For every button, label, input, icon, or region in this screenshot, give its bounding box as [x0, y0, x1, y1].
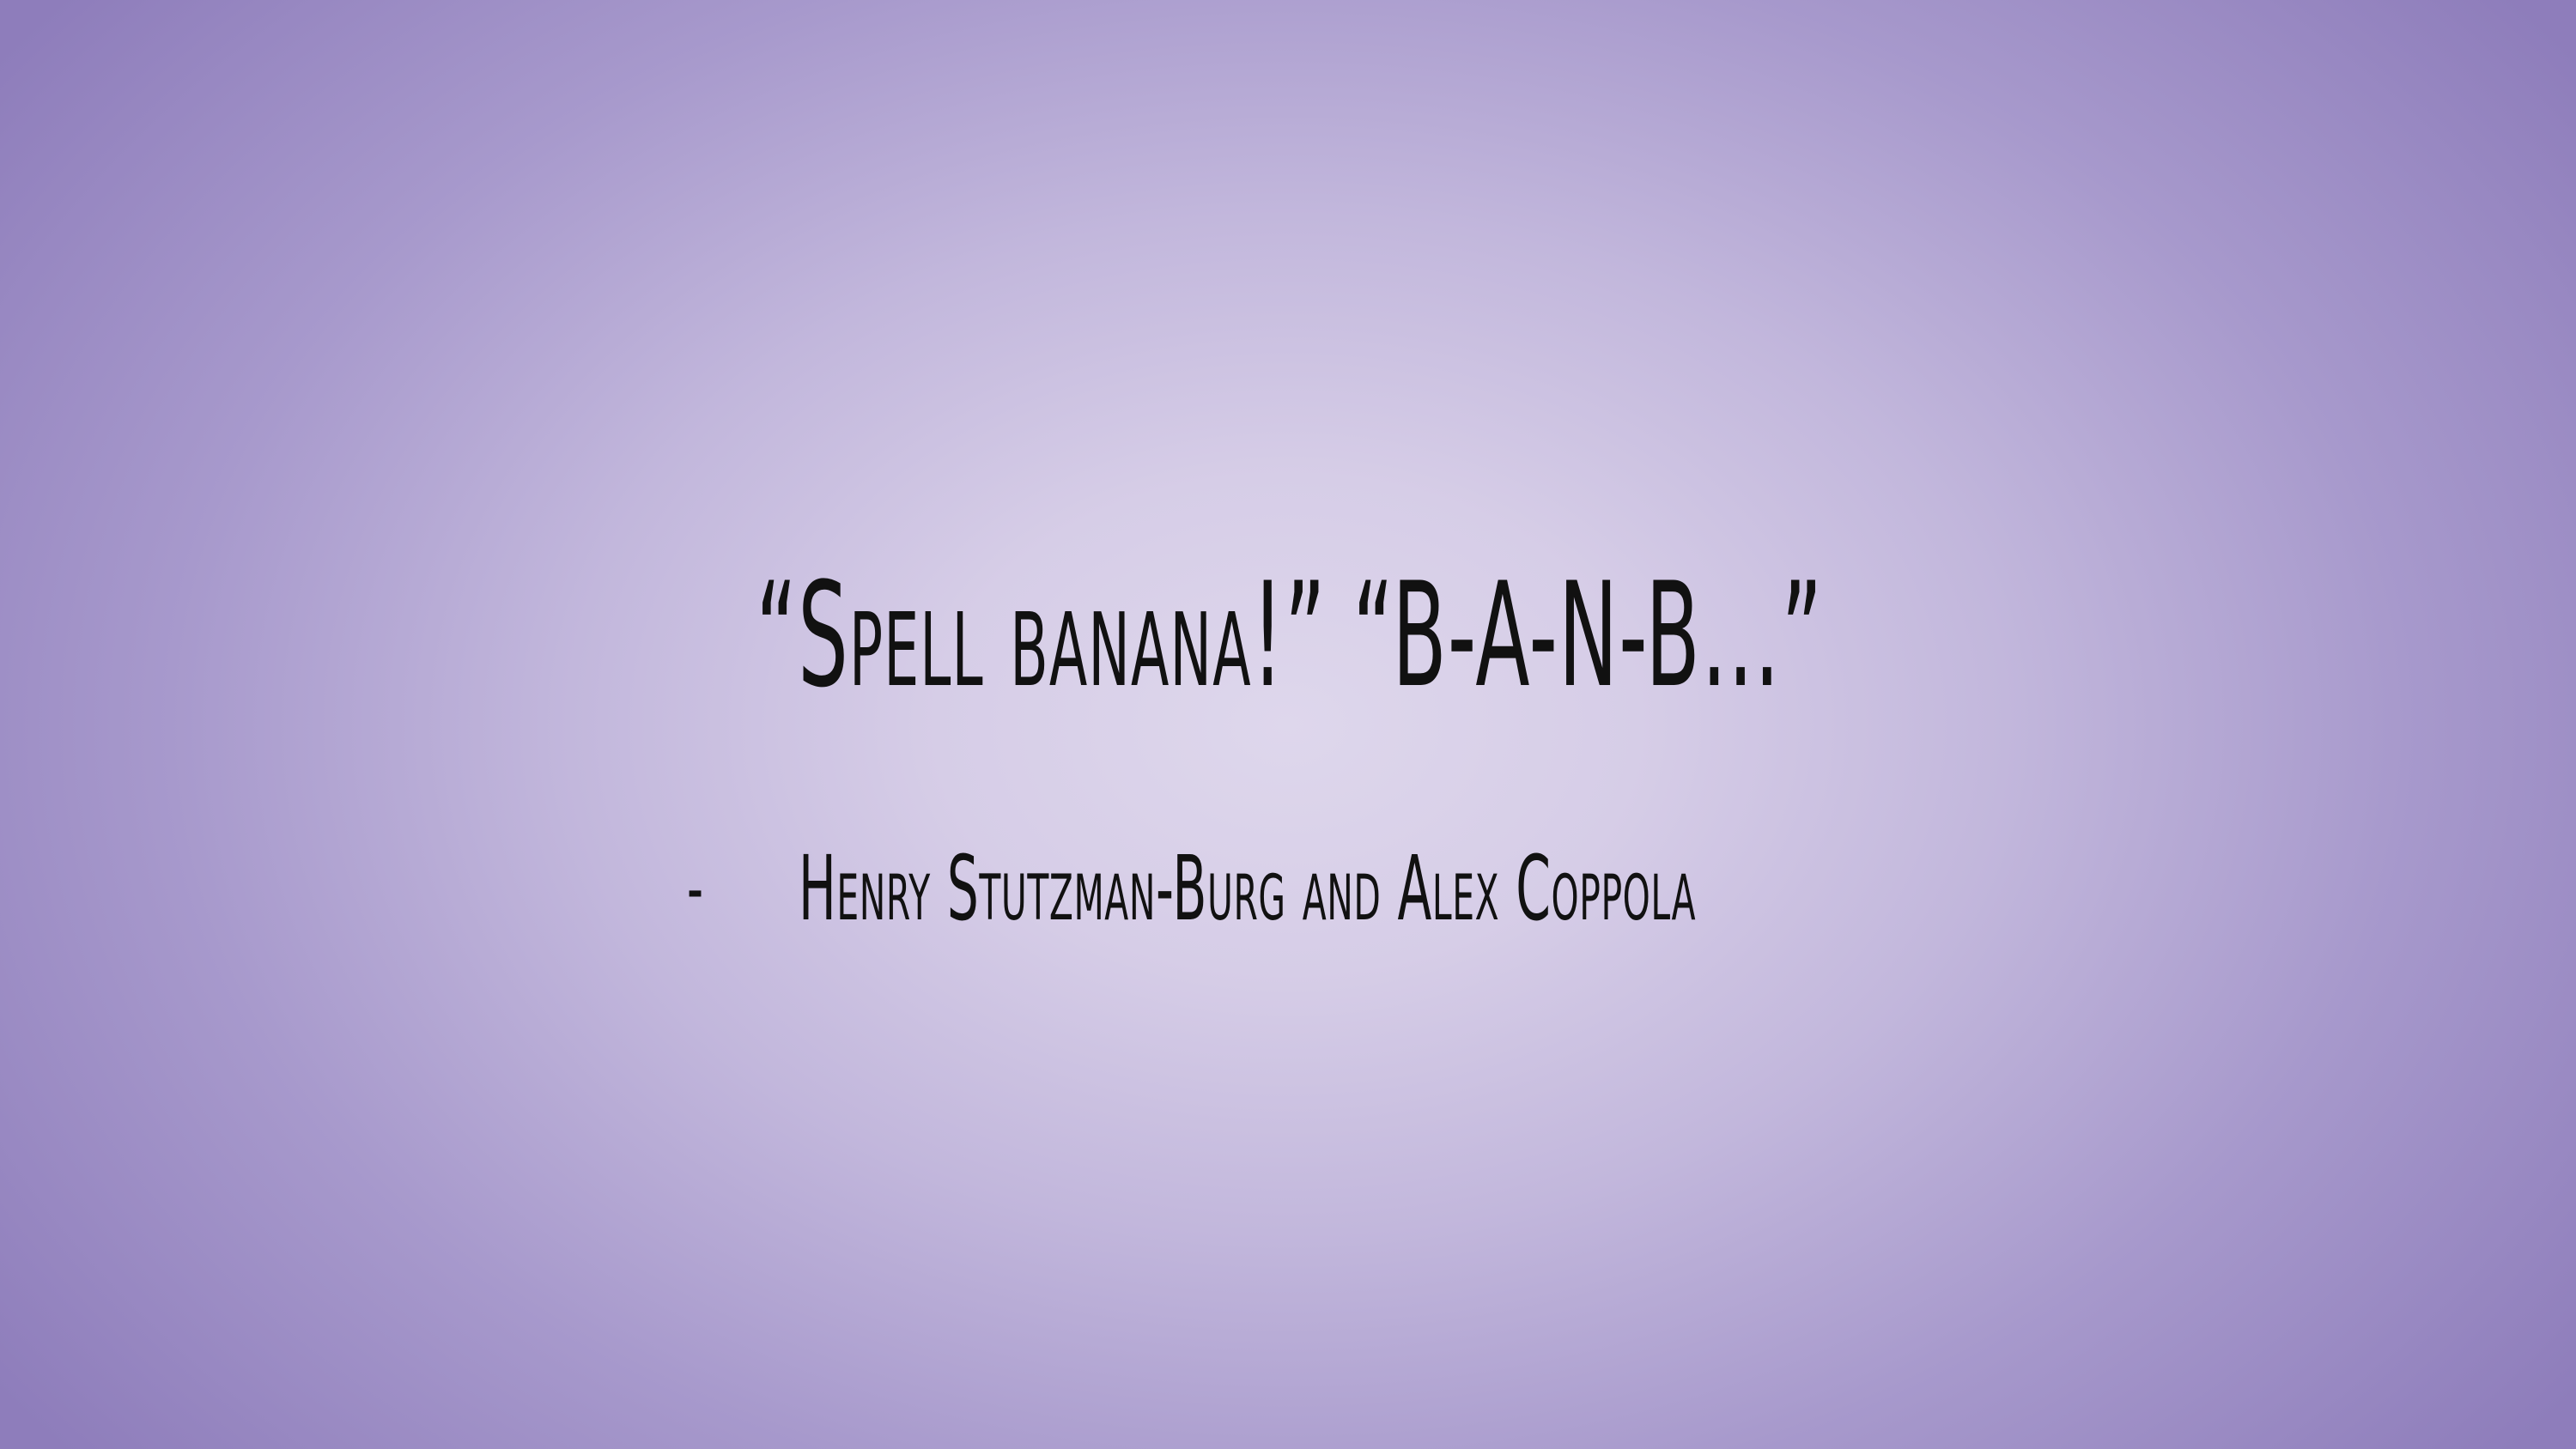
slide: “Spell banana!” “B-A-N-B…” - Henry Stutz… — [0, 0, 2576, 1449]
attribution-dash: - — [687, 844, 704, 932]
attribution: - Henry Stutzman-Burg and Alex Coppola — [0, 837, 2576, 940]
attribution-author: Henry Stutzman-Burg and Alex Coppola — [799, 836, 1697, 941]
quote-text: “Spell banana!” “B-A-N-B…” — [756, 551, 1824, 719]
